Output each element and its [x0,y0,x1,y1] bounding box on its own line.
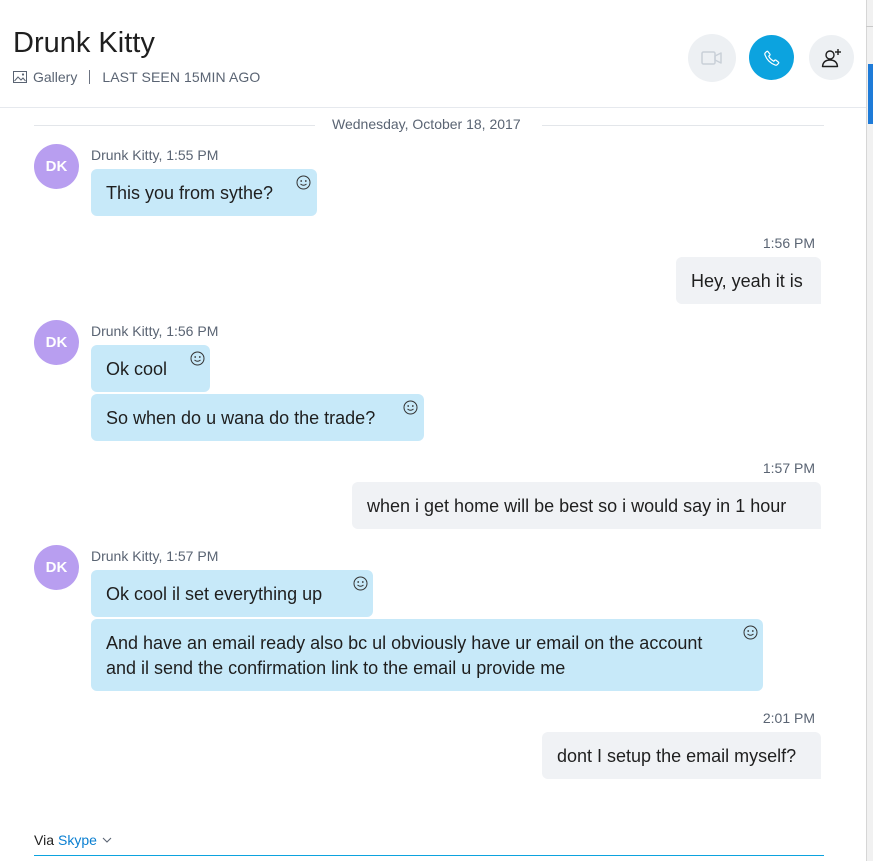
avatar[interactable]: DK [34,545,79,590]
sender-name: Drunk Kitty [91,147,159,163]
gallery-icon[interactable] [13,71,27,83]
smiley-reaction-icon[interactable] [296,175,311,190]
message-time: 1:56 PM [166,323,219,339]
gallery-link[interactable]: Gallery [33,69,77,85]
date-divider: Wednesday, October 18, 2017 [34,116,824,134]
smiley-reaction-icon[interactable] [353,576,368,591]
add-person-icon [821,48,841,67]
message-time: 2:01 PM [762,710,815,726]
window-edge [866,0,873,861]
message-text-line: And have an email ready also bc ul obvio… [106,633,703,653]
sender-name: Drunk Kitty [91,548,159,564]
message-meta: Drunk Kitty, 1:56 PM [91,323,219,339]
message-meta: Drunk Kitty, 1:57 PM [91,548,219,564]
message-text: So when do u wana do the trade? [106,408,376,428]
message-time: 1:57 PM [762,460,815,476]
message-text: when i get home will be best so i would … [367,496,787,516]
smiley-reaction-icon[interactable] [743,625,758,640]
message-text: Hey, yeah it is [691,271,803,291]
avatar[interactable]: DK [34,144,79,189]
message-time: 1:55 PM [166,147,219,163]
message-text: Ok cool [106,359,168,379]
message-bubble-outgoing[interactable]: dont I setup the email myself? [542,732,821,779]
message-bubble-incoming[interactable]: Ok cool [91,345,210,392]
contact-subline: Gallery LAST SEEN 15MIN AGO [13,68,260,86]
chat-header: Drunk Kitty Gallery LAST SEEN 15MIN AGO [0,0,866,108]
message-bubble-incoming[interactable]: So when do u wana do the trade? [91,394,424,441]
smiley-reaction-icon[interactable] [403,400,418,415]
video-camera-icon [701,51,722,65]
video-call-button[interactable] [688,34,736,82]
message-text-line: and il send the confirmation link to the… [106,658,566,678]
edge-divider [866,26,873,27]
add-participant-button[interactable] [809,35,854,80]
phone-icon [763,50,779,66]
edge-accent [868,64,873,124]
service-name[interactable]: Skype [58,832,97,848]
date-divider-line-right [542,125,824,126]
message-meta: Drunk Kitty, 1:55 PM [91,147,219,163]
last-seen-status: LAST SEEN 15MIN AGO [102,69,261,85]
date-divider-line-left [34,125,315,126]
via-label: Via [34,832,54,848]
message-bubble-outgoing[interactable]: Hey, yeah it is [676,257,821,304]
audio-call-button[interactable] [749,35,794,80]
contact-name[interactable]: Drunk Kitty [13,26,155,60]
message-time: 1:56 PM [762,235,815,251]
message-text: dont I setup the email myself? [557,746,797,766]
chevron-down-icon[interactable] [102,837,112,843]
date-divider-text: Wednesday, October 18, 2017 [330,116,523,132]
avatar[interactable]: DK [34,320,79,365]
message-bubble-incoming[interactable]: Ok cool il set everything up [91,570,373,617]
compose-underline [34,855,824,856]
message-bubble-incoming[interactable]: This you from sythe? [91,169,317,216]
message-bubble-outgoing[interactable]: when i get home will be best so i would … [352,482,821,529]
message-text: Ok cool il set everything up [106,584,323,604]
message-time: 1:57 PM [166,548,219,564]
via-service-selector[interactable]: Via Skype [34,832,112,848]
message-bubble-incoming[interactable]: And have an email ready also bc ul obvio… [91,619,763,691]
smiley-reaction-icon[interactable] [190,351,205,366]
sender-name: Drunk Kitty [91,323,159,339]
subline-separator [89,70,91,84]
message-text: This you from sythe? [106,183,274,203]
